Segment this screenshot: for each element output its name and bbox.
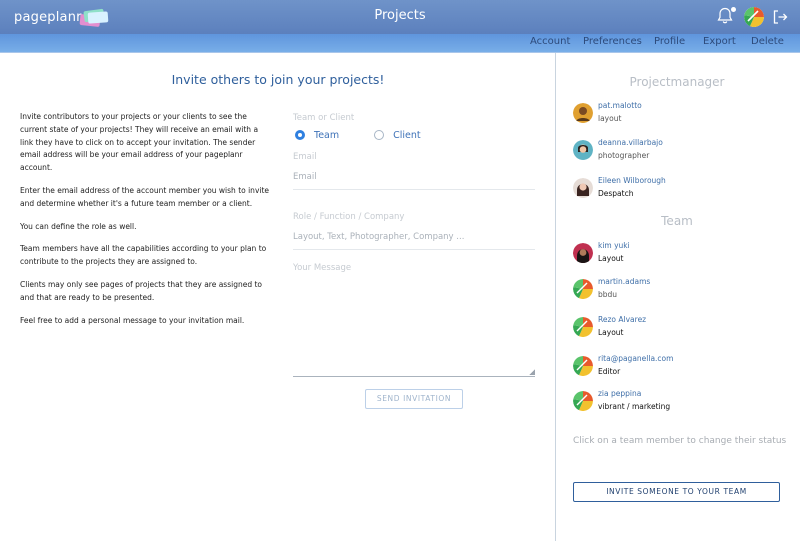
member-role: Layout (598, 328, 624, 337)
team-member-item[interactable]: zia peppina vibrant / marketing (573, 389, 793, 417)
subnav-preferences[interactable]: Preferences (583, 36, 642, 47)
info-paragraph: You can define the role as well. (20, 221, 137, 231)
logout-icon[interactable] (771, 8, 789, 26)
subnav-profile[interactable]: Profile (654, 36, 685, 47)
avatar (573, 103, 593, 123)
info-paragraph: Enter the email address of the account m… (20, 185, 270, 208)
send-invitation-button[interactable]: SEND INVITATION (365, 389, 463, 409)
radio-team-control[interactable] (295, 130, 305, 140)
message-textarea[interactable] (293, 262, 535, 377)
avatar (573, 243, 593, 263)
projectmanager-item[interactable]: deanna.villarbajo photographer (573, 138, 793, 166)
info-paragraph: Team members have all the capabilities a… (20, 244, 267, 267)
member-name: zia peppina (598, 389, 642, 398)
avatar (573, 178, 593, 198)
info-paragraph: Invite contributors to your projects or … (20, 112, 259, 173)
subnav-export[interactable]: Export (703, 36, 736, 47)
avatar (573, 140, 593, 160)
radio-team[interactable]: Team (295, 130, 339, 141)
radio-client-label: Client (393, 129, 421, 141)
team-member-item[interactable]: kim yuki Layout (573, 241, 793, 269)
radio-team-label: Team (314, 129, 340, 141)
page-title: Projects (374, 8, 426, 23)
projectmanager-item[interactable]: Eileen Wilborough Despatch (573, 176, 793, 204)
team-member-item[interactable]: Rezo Alvarez Layout (573, 315, 793, 343)
team-hint-text: Click on a team member to change their s… (573, 436, 787, 446)
role-type-radio-group: Team Client (295, 128, 421, 142)
radio-client-control[interactable] (374, 130, 385, 140)
member-role: bbdu (598, 290, 618, 299)
role-field[interactable]: Layout, Text, Photographer, Company ... (293, 232, 464, 242)
avatar-placeholder-icon (573, 356, 593, 376)
email-label: Email (293, 152, 317, 162)
member-name: pat.malotto (598, 101, 642, 110)
projectmanager-heading: Projectmanager (629, 75, 725, 89)
invite-team-member-button[interactable]: INVITE SOMEONE TO YOUR TEAM (573, 482, 780, 502)
member-name: Rezo Alvarez (598, 315, 647, 324)
email-field[interactable]: Email (293, 172, 317, 182)
info-paragraph: Feel free to add a personal message to y… (20, 315, 245, 325)
notification-dot (731, 7, 736, 12)
team-member-item[interactable]: rita@paganella.com Editor (573, 354, 793, 382)
team-member-item[interactable]: martin.adams bbdu (573, 277, 793, 305)
role-label: Role / Function / Company (293, 212, 405, 222)
member-name: rita@paganella.com (598, 354, 674, 363)
avatar-placeholder-icon (573, 317, 593, 337)
member-name: martin.adams (598, 277, 651, 286)
team-sidebar: Projectmanager pat.malotto layout deanna… (557, 53, 800, 541)
subnav-delete[interactable]: Delete (751, 36, 784, 47)
member-name: Eileen Wilborough (598, 176, 666, 185)
member-role: Editor (598, 367, 621, 376)
member-role: Despatch (598, 189, 634, 198)
avatar-placeholder-icon (573, 279, 593, 299)
app-header: pageplanr Projects (0, 0, 800, 34)
avatar-placeholder-icon (573, 391, 593, 411)
member-name: kim yuki (598, 241, 630, 250)
info-paragraph: Clients may only see pages of projects t… (20, 279, 263, 302)
member-role: layout (598, 114, 622, 123)
member-name: deanna.villarbajo (598, 138, 663, 147)
team-or-client-label: Team or Client (293, 113, 355, 123)
role-underline (293, 249, 535, 250)
email-underline (293, 189, 535, 190)
member-role: photographer (598, 151, 650, 160)
user-avatar[interactable] (744, 7, 764, 27)
account-subnav: Account Preferences Profile Export Delet… (0, 34, 800, 53)
projectmanager-item[interactable]: pat.malotto layout (573, 101, 793, 129)
invite-title: Invite others to join your projects! (171, 72, 385, 87)
team-heading: Team (661, 214, 693, 228)
invite-info-text: Invite contributors to your projects or … (20, 111, 270, 337)
resize-handle-icon[interactable] (529, 369, 535, 375)
member-role: vibrant / marketing (598, 402, 671, 411)
radio-client[interactable]: Client (374, 130, 421, 141)
subnav-account[interactable]: Account (530, 36, 570, 47)
member-role: Layout (598, 254, 624, 263)
